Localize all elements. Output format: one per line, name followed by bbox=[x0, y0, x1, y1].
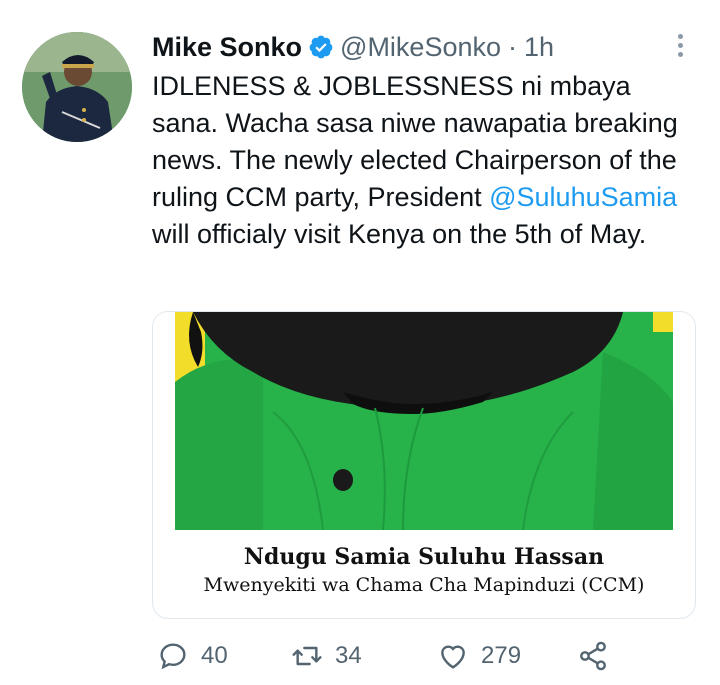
like-button[interactable]: 279 bbox=[437, 640, 521, 672]
share-button[interactable] bbox=[577, 640, 609, 672]
retweet-button[interactable]: 34 bbox=[291, 640, 362, 672]
verified-badge-icon bbox=[308, 34, 334, 60]
tweet-text: IDLENESS & JOBLESSNESS ni mbaya sana. Wa… bbox=[152, 68, 692, 253]
retweet-icon bbox=[292, 646, 322, 666]
author-handle[interactable]: @MikeSonko bbox=[340, 32, 501, 63]
reply-icon bbox=[160, 643, 186, 670]
share-icon bbox=[580, 641, 606, 671]
tweet-header: Mike Sonko @MikeSonko · 1h bbox=[152, 30, 554, 64]
reply-count: 40 bbox=[201, 642, 228, 669]
heart-icon bbox=[441, 645, 465, 669]
media-caption-title: Ndugu Samia Suluhu Hassan bbox=[243, 544, 605, 570]
media-caption-subtitle: Mwenyekiti wa Chama Cha Mapinduzi (CCM) bbox=[203, 574, 645, 596]
tweet-timestamp[interactable]: 1h bbox=[524, 32, 554, 63]
media-card[interactable]: Ndugu Samia Suluhu Hassan Mwenyekiti wa … bbox=[152, 311, 696, 619]
reply-button[interactable]: 40 bbox=[157, 640, 228, 672]
separator-dot: · bbox=[508, 31, 518, 62]
author-name[interactable]: Mike Sonko bbox=[152, 32, 302, 63]
mention-link[interactable]: @SuluhuSamia bbox=[489, 182, 677, 212]
like-count: 279 bbox=[481, 642, 522, 669]
avatar-photo bbox=[22, 32, 132, 142]
author-avatar[interactable] bbox=[22, 32, 132, 142]
tweet-text-part2: will officialy visit Kenya on the 5th of… bbox=[152, 219, 647, 249]
tweet-actions-bar: 40 34 279 bbox=[157, 640, 617, 680]
more-vertical-icon[interactable] bbox=[668, 28, 692, 62]
retweet-count: 34 bbox=[335, 642, 362, 669]
media-photo bbox=[153, 312, 695, 530]
